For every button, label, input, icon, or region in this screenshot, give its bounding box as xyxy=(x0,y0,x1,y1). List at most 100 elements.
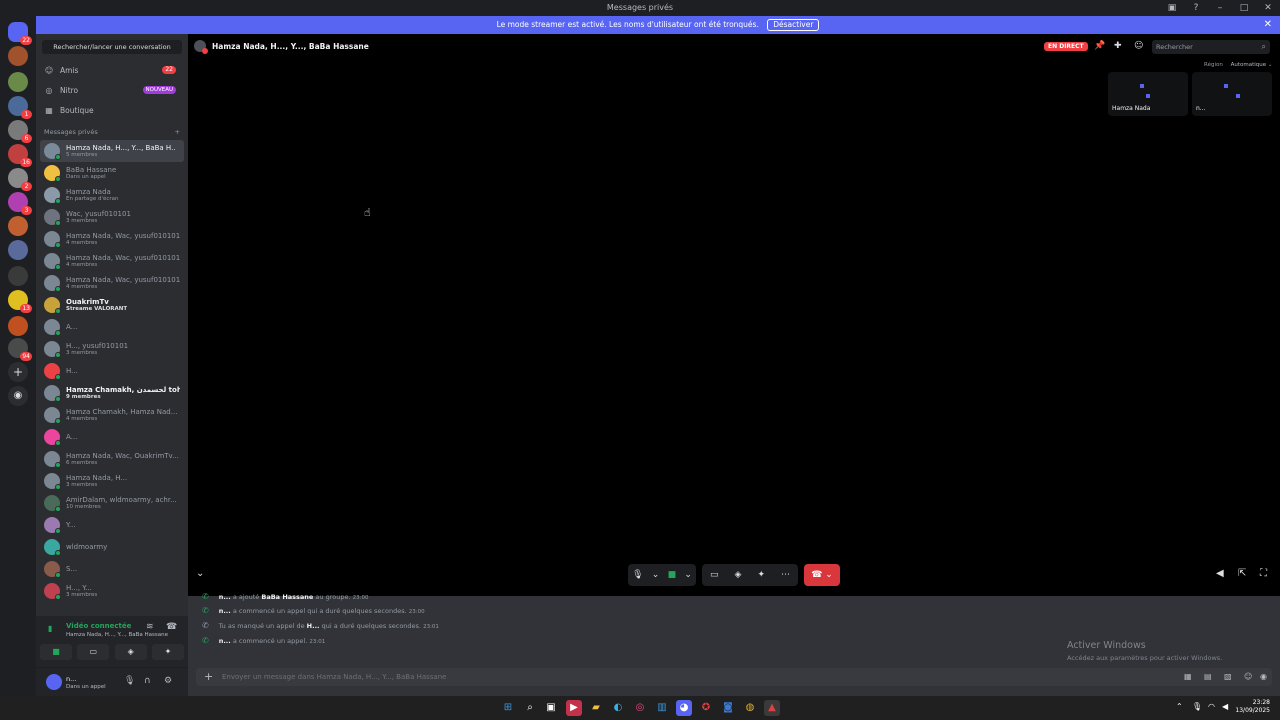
edge-icon[interactable]: ◐ xyxy=(610,700,626,716)
search-input[interactable]: Rechercher ⌕ xyxy=(1152,40,1270,54)
region-value[interactable]: Automatique xyxy=(1231,62,1267,68)
find-conversation-button[interactable]: Rechercher/lancer une conversation xyxy=(42,40,182,54)
camera-button[interactable]: ■ xyxy=(40,644,72,660)
disable-streamer-button[interactable]: Désactiver xyxy=(767,19,820,31)
maximize-icon[interactable]: □ xyxy=(1238,2,1250,14)
attach-icon[interactable]: + xyxy=(204,668,213,686)
message-mention[interactable]: H... xyxy=(307,622,320,630)
server-icon[interactable]: 94 xyxy=(8,338,32,361)
gif-icon[interactable]: ▤ xyxy=(1204,668,1212,686)
wifi-icon[interactable]: ◠ xyxy=(1208,702,1215,711)
message-author[interactable]: n... xyxy=(219,607,231,615)
dm-item[interactable]: OuakrimTv Streame VALORANT xyxy=(36,294,188,316)
screen-share-button[interactable]: ▭ xyxy=(77,644,110,660)
nav-item-amis[interactable]: ☺ Amis 22 xyxy=(36,60,188,80)
outlook-icon[interactable]: ◙ xyxy=(720,700,736,716)
pin-icon[interactable]: 📌 xyxy=(1094,41,1105,51)
dm-item[interactable]: A... xyxy=(36,426,188,448)
server-icon[interactable]: 13 xyxy=(8,290,32,313)
server-icon[interactable] xyxy=(8,46,28,66)
fullscreen-icon[interactable]: ⛶ xyxy=(1260,568,1267,579)
message-input[interactable]: + Envoyer un message dans Hamza Nada, H.… xyxy=(196,668,1272,686)
chevron-up-icon[interactable]: ⌃ xyxy=(1176,702,1183,711)
server-icon[interactable]: 16 xyxy=(8,144,32,167)
app-icon[interactable]: ▶ xyxy=(566,700,582,716)
soundboard-button[interactable]: ✦ xyxy=(151,644,184,660)
close-icon[interactable]: ✕ xyxy=(1262,2,1274,14)
store-icon[interactable]: ▥ xyxy=(654,700,670,716)
activity-button[interactable]: ◈ xyxy=(114,644,147,660)
chrome-icon[interactable]: ◍ xyxy=(742,700,758,716)
dm-item[interactable]: Hamza Chamakh, Hamza Nad... 4 membres xyxy=(36,404,188,426)
microphone-icon[interactable]: 🎙 xyxy=(124,676,135,686)
chevron-down-icon[interactable]: ⌄ xyxy=(684,570,692,580)
dm-item[interactable]: H... xyxy=(36,360,188,382)
dm-item[interactable]: Hamza Nada, H... 3 membres xyxy=(36,470,188,492)
add-server-icon[interactable]: + xyxy=(8,362,28,382)
dm-item[interactable]: H..., Y... 3 membres xyxy=(36,580,188,602)
app-icon[interactable]: ▲ xyxy=(764,700,780,716)
server-icon[interactable] xyxy=(8,216,28,236)
activity-icon[interactable]: ◈ xyxy=(735,570,742,580)
nav-item-boutique[interactable]: ▦ Boutique xyxy=(36,100,188,120)
dm-item[interactable]: Wac, yusuf010101 3 membres xyxy=(36,206,188,228)
dm-item[interactable]: wldmoarmy xyxy=(36,536,188,558)
dm-item[interactable]: Hamza Nada, Wac, yusuf010101 4 membres xyxy=(36,250,188,272)
avatar[interactable] xyxy=(46,674,62,690)
dm-item[interactable]: Y... xyxy=(36,514,188,536)
voice-channel[interactable]: Hamza Nada, H..., Y..., BaBa Hassane xyxy=(66,632,168,638)
inbox-icon[interactable]: ▣ xyxy=(1166,2,1178,14)
hangup-button[interactable]: ☎ ⌄ xyxy=(804,564,840,586)
server-icon[interactable] xyxy=(8,72,28,92)
camera-icon[interactable]: ■ xyxy=(668,570,677,580)
chevron-down-icon[interactable]: ⌄ xyxy=(652,570,660,580)
message-author[interactable]: n... xyxy=(219,637,231,645)
dm-item[interactable]: H..., yusuf010101 3 membres xyxy=(36,338,188,360)
discover-icon[interactable]: ◉ xyxy=(8,386,28,406)
participant-tile[interactable]: Hamza Nada xyxy=(1108,72,1188,116)
start-icon[interactable]: ⊞ xyxy=(500,700,516,716)
headset-icon[interactable]: ∩ xyxy=(144,676,151,686)
message-mention[interactable]: BaBa Hassane xyxy=(261,593,313,601)
server-icon[interactable] xyxy=(8,316,28,336)
dm-item[interactable]: Hamza Nada, Wac, yusuf010101 4 membres xyxy=(36,272,188,294)
members-icon[interactable]: ☺ xyxy=(1134,41,1143,51)
server-icon[interactable]: 6 xyxy=(8,120,32,143)
message-author[interactable]: n... xyxy=(219,593,231,601)
instagram-icon[interactable]: ◎ xyxy=(632,700,648,716)
emoji-icon[interactable]: ☺ xyxy=(1244,668,1252,686)
task-view-icon[interactable]: ▣ xyxy=(543,700,559,716)
file-explorer-icon[interactable]: ▰ xyxy=(588,700,604,716)
dm-item[interactable]: Hamza Nada En partage d'écran xyxy=(36,184,188,206)
dm-item[interactable]: BaBa Hassane Dans un appel xyxy=(36,162,188,184)
dm-item[interactable]: A... xyxy=(36,316,188,338)
home-button[interactable]: 22 xyxy=(8,22,32,45)
signal-icon[interactable]: ▮ xyxy=(48,624,52,633)
popout-icon[interactable]: ⇱ xyxy=(1238,568,1246,579)
nav-item-nitro[interactable]: ◎ Nitro NOUVEAU xyxy=(36,80,188,100)
settings-icon[interactable]: ⚙ xyxy=(164,676,172,686)
sticker-icon[interactable]: ▧ xyxy=(1224,668,1232,686)
dm-item[interactable]: Hamza Nada, Wac, yusuf010101 4 membres xyxy=(36,228,188,250)
dm-item[interactable]: AmirDalam, wldmoarmy, achr... 10 membres xyxy=(36,492,188,514)
microphone-icon[interactable]: 🎙 xyxy=(1192,702,1202,711)
dm-item[interactable]: Hamza Nada, Wac, OuakrimTv... 6 membres xyxy=(36,448,188,470)
microphone-icon[interactable]: 🎙 xyxy=(632,570,643,580)
dm-item[interactable]: S... xyxy=(36,558,188,580)
clock[interactable]: 23:28 13/09/2025 xyxy=(1235,699,1270,715)
apps-icon[interactable]: ◉ xyxy=(1260,668,1267,686)
soundboard-icon[interactable]: ✦ xyxy=(757,570,765,580)
help-icon[interactable]: ? xyxy=(1190,2,1202,14)
more-icon[interactable]: ⋯ xyxy=(781,570,790,580)
server-icon[interactable] xyxy=(8,240,28,260)
server-icon[interactable]: 3 xyxy=(8,192,32,215)
minimize-icon[interactable]: – xyxy=(1214,2,1226,14)
dm-item[interactable]: Hamza Chamakh, لحسمدن toh...9 membres xyxy=(36,382,188,404)
create-dm-icon[interactable]: + xyxy=(175,124,180,140)
discord-icon[interactable]: ◕ xyxy=(676,700,692,716)
noise-suppression-icon[interactable]: ≋ xyxy=(146,622,154,632)
participant-tile[interactable]: n... xyxy=(1192,72,1272,116)
app-icon[interactable]: ✪ xyxy=(698,700,714,716)
add-member-icon[interactable]: ✚ xyxy=(1114,41,1122,51)
volume-icon[interactable]: ◀ xyxy=(1216,568,1224,579)
